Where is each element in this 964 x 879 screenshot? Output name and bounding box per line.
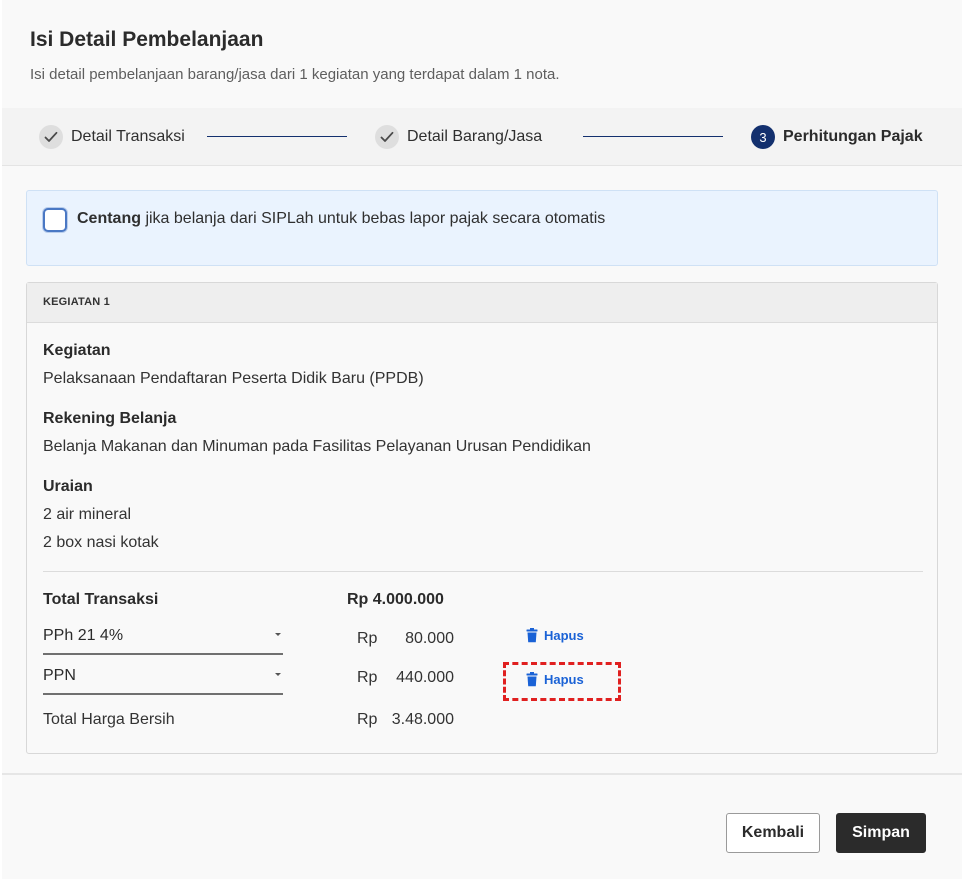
- tax-amount: 80.000: [405, 630, 454, 647]
- kegiatan-label: Kegiatan: [43, 342, 111, 359]
- caret-down-icon: [275, 633, 281, 636]
- notice-body-text: jika belanja dari SIPLah untuk bebas lap…: [141, 210, 606, 227]
- tax-select-value: PPh 21 4%: [43, 627, 124, 644]
- back-button[interactable]: Kembali: [726, 813, 820, 853]
- check-icon: [375, 125, 399, 149]
- total-harga-bersih-label: Total Harga Bersih: [43, 711, 175, 728]
- step-detail-transaksi[interactable]: Detail Transaksi: [39, 125, 185, 149]
- siplah-notice: Centang jika belanja dari SIPLah untuk b…: [26, 190, 938, 266]
- page-subtitle: Isi detail pembelanjaan barang/jasa dari…: [30, 66, 560, 83]
- step-perhitungan-pajak[interactable]: 3 Perhitungan Pajak: [751, 125, 923, 149]
- highlight-outline: [503, 662, 621, 701]
- modal-header: Isi Detail Pembelanjaan Isi detail pembe…: [2, 0, 962, 108]
- page-title: Isi Detail Pembelanjaan: [30, 28, 264, 51]
- uraian-item: 2 air mineral: [43, 506, 132, 523]
- step-detail-barang-jasa[interactable]: Detail Barang/Jasa: [375, 125, 542, 149]
- stepper: Detail Transaksi Detail Barang/Jasa 3 Pe…: [2, 108, 962, 166]
- kegiatan-card-title: KEGIATAN 1: [43, 296, 110, 308]
- total-transaksi-label: Total Transaksi: [43, 591, 159, 608]
- step-label: Detail Barang/Jasa: [407, 128, 543, 145]
- kegiatan-value: Pelaksanaan Pendaftaran Peserta Didik Ba…: [43, 370, 424, 387]
- uraian-label: Uraian: [43, 478, 93, 495]
- caret-down-icon: [275, 673, 281, 676]
- siplah-notice-text: Centang jika belanja dari SIPLah untuk b…: [77, 210, 605, 228]
- total-transaksi-value: Rp 4.000.000: [347, 591, 444, 608]
- save-button[interactable]: Simpan: [836, 813, 926, 853]
- delete-tax-label: Hapus: [544, 628, 584, 643]
- tax-select-ppn[interactable]: PPN: [43, 663, 283, 695]
- step-number-badge: 3: [751, 125, 775, 149]
- step-label: Detail Transaksi: [71, 128, 185, 145]
- rekening-value: Belanja Makanan dan Minuman pada Fasilit…: [43, 438, 591, 455]
- tax-select-value: PPN: [43, 667, 76, 684]
- modal-footer: Kembali Simpan: [2, 773, 962, 879]
- detail-pembelanjaan-modal: Isi Detail Pembelanjaan Isi detail pembe…: [2, 0, 962, 879]
- step-label: Perhitungan Pajak: [783, 128, 923, 145]
- uraian-item: 2 box nasi kotak: [43, 534, 159, 551]
- kegiatan-card-header: KEGIATAN 1: [27, 283, 937, 323]
- check-icon: [39, 125, 63, 149]
- step-connector: [207, 136, 347, 137]
- siplah-checkbox[interactable]: [43, 208, 67, 232]
- kegiatan-card: KEGIATAN 1 Kegiatan Pelaksanaan Pendafta…: [26, 282, 938, 754]
- notice-bold-text: Centang: [77, 210, 141, 227]
- tax-select-pph[interactable]: PPh 21 4%: [43, 623, 283, 655]
- tax-amount: 440.000: [396, 669, 454, 686]
- trash-icon: [526, 628, 538, 643]
- step-connector: [583, 136, 723, 137]
- delete-tax-button[interactable]: Hapus: [526, 628, 584, 643]
- section-divider: [43, 571, 923, 572]
- net-amount: 3.48.000: [391, 711, 454, 728]
- rekening-label: Rekening Belanja: [43, 410, 177, 427]
